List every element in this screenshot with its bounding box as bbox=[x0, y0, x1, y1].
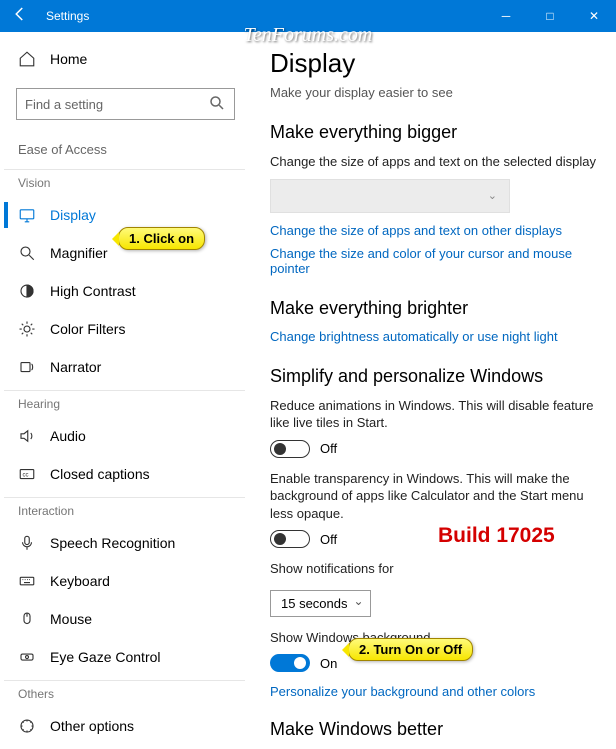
sidebar-item-mouse[interactable]: Mouse bbox=[4, 600, 245, 638]
sidebar-item-label: Mouse bbox=[50, 611, 92, 627]
search-placeholder: Find a setting bbox=[25, 97, 103, 112]
sidebar-item-high-contrast[interactable]: High Contrast bbox=[4, 272, 245, 310]
sidebar-item-label: Closed captions bbox=[50, 466, 150, 482]
sidebar-item-audio[interactable]: Audio bbox=[4, 417, 245, 455]
narrator-icon bbox=[18, 358, 36, 376]
show-notifications-label: Show notifications for bbox=[270, 560, 598, 578]
transparency-toggle[interactable] bbox=[270, 530, 310, 548]
section-brighter-title: Make everything brighter bbox=[270, 298, 598, 319]
mouse-icon bbox=[18, 610, 36, 628]
reduce-animations-text: Reduce animations in Windows. This will … bbox=[270, 397, 598, 432]
page-title: Display bbox=[270, 48, 598, 79]
titlebar: Settings ─ □ ✕ bbox=[0, 0, 616, 32]
show-background-toggle[interactable] bbox=[270, 654, 310, 672]
audio-icon bbox=[18, 427, 36, 445]
sidebar-item-label: Speech Recognition bbox=[50, 535, 175, 551]
subgroup-vision: Vision bbox=[4, 169, 245, 196]
reduce-animations-state: Off bbox=[320, 441, 337, 456]
high-contrast-icon bbox=[18, 282, 36, 300]
magnifier-icon bbox=[18, 244, 36, 262]
home-icon bbox=[18, 50, 36, 68]
callout-2: 2. Turn On or Off bbox=[348, 638, 473, 661]
link-other-displays[interactable]: Change the size of apps and text on othe… bbox=[270, 223, 598, 238]
svg-text:cc: cc bbox=[23, 472, 29, 478]
sidebar-item-label: Other options bbox=[50, 718, 134, 734]
sidebar-item-keyboard[interactable]: Keyboard bbox=[4, 562, 245, 600]
show-notifications-value: 15 seconds bbox=[281, 596, 348, 611]
sidebar-item-label: Audio bbox=[50, 428, 86, 444]
sidebar-item-narrator[interactable]: Narrator bbox=[4, 348, 245, 386]
sidebar-item-closed-captions[interactable]: cc Closed captions bbox=[4, 455, 245, 493]
display-scale-dropdown[interactable]: ⌄ bbox=[270, 179, 510, 213]
link-brightness[interactable]: Change brightness automatically or use n… bbox=[270, 329, 598, 344]
main-panel: Display Make your display easier to see … bbox=[248, 32, 616, 749]
show-notifications-select[interactable]: 15 seconds bbox=[270, 590, 371, 617]
search-icon bbox=[208, 94, 226, 115]
change-apps-text: Change the size of apps and text on the … bbox=[270, 153, 598, 171]
close-button[interactable]: ✕ bbox=[572, 0, 616, 32]
closed-captions-icon: cc bbox=[18, 465, 36, 483]
sidebar-item-speech[interactable]: Speech Recognition bbox=[4, 524, 245, 562]
page-subtitle: Make your display easier to see bbox=[270, 85, 598, 100]
section-simplify-title: Simplify and personalize Windows bbox=[270, 366, 598, 387]
transparency-text: Enable transparency in Windows. This wil… bbox=[270, 470, 598, 523]
sidebar-item-label: Eye Gaze Control bbox=[50, 649, 161, 665]
search-input[interactable]: Find a setting bbox=[16, 88, 235, 120]
home-label: Home bbox=[50, 51, 87, 67]
keyboard-icon bbox=[18, 572, 36, 590]
section-better-title: Make Windows better bbox=[270, 719, 598, 740]
reduce-animations-toggle[interactable] bbox=[270, 440, 310, 458]
back-button[interactable] bbox=[0, 5, 40, 28]
build-annotation: Build 17025 bbox=[438, 524, 555, 548]
color-filters-icon bbox=[18, 320, 36, 338]
show-background-state: On bbox=[320, 656, 337, 671]
sidebar: Home Find a setting Ease of Access Visio… bbox=[0, 32, 248, 749]
minimize-button[interactable]: ─ bbox=[484, 0, 528, 32]
group-header: Ease of Access bbox=[4, 138, 245, 165]
window-title: Settings bbox=[40, 9, 484, 23]
sidebar-item-label: Magnifier bbox=[50, 245, 108, 261]
callout-1: 1. Click on bbox=[118, 227, 205, 250]
transparency-state: Off bbox=[320, 532, 337, 547]
subgroup-interaction: Interaction bbox=[4, 497, 245, 524]
sidebar-item-label: High Contrast bbox=[50, 283, 136, 299]
sidebar-item-eye-gaze[interactable]: Eye Gaze Control bbox=[4, 638, 245, 676]
sidebar-item-label: Narrator bbox=[50, 359, 101, 375]
sidebar-item-other-options[interactable]: Other options bbox=[4, 707, 245, 745]
subgroup-others: Others bbox=[4, 680, 245, 707]
sidebar-item-color-filters[interactable]: Color Filters bbox=[4, 310, 245, 348]
link-personalize[interactable]: Personalize your background and other co… bbox=[270, 684, 598, 699]
home-nav[interactable]: Home bbox=[4, 42, 245, 76]
sidebar-item-label: Display bbox=[50, 207, 96, 223]
link-cursor[interactable]: Change the size and color of your cursor… bbox=[270, 246, 598, 276]
other-options-icon bbox=[18, 717, 36, 735]
speech-icon bbox=[18, 534, 36, 552]
eye-gaze-icon bbox=[18, 648, 36, 666]
maximize-button[interactable]: □ bbox=[528, 0, 572, 32]
sidebar-item-label: Keyboard bbox=[50, 573, 110, 589]
display-icon bbox=[18, 206, 36, 224]
section-bigger-title: Make everything bigger bbox=[270, 122, 598, 143]
sidebar-item-label: Color Filters bbox=[50, 321, 125, 337]
subgroup-hearing: Hearing bbox=[4, 390, 245, 417]
